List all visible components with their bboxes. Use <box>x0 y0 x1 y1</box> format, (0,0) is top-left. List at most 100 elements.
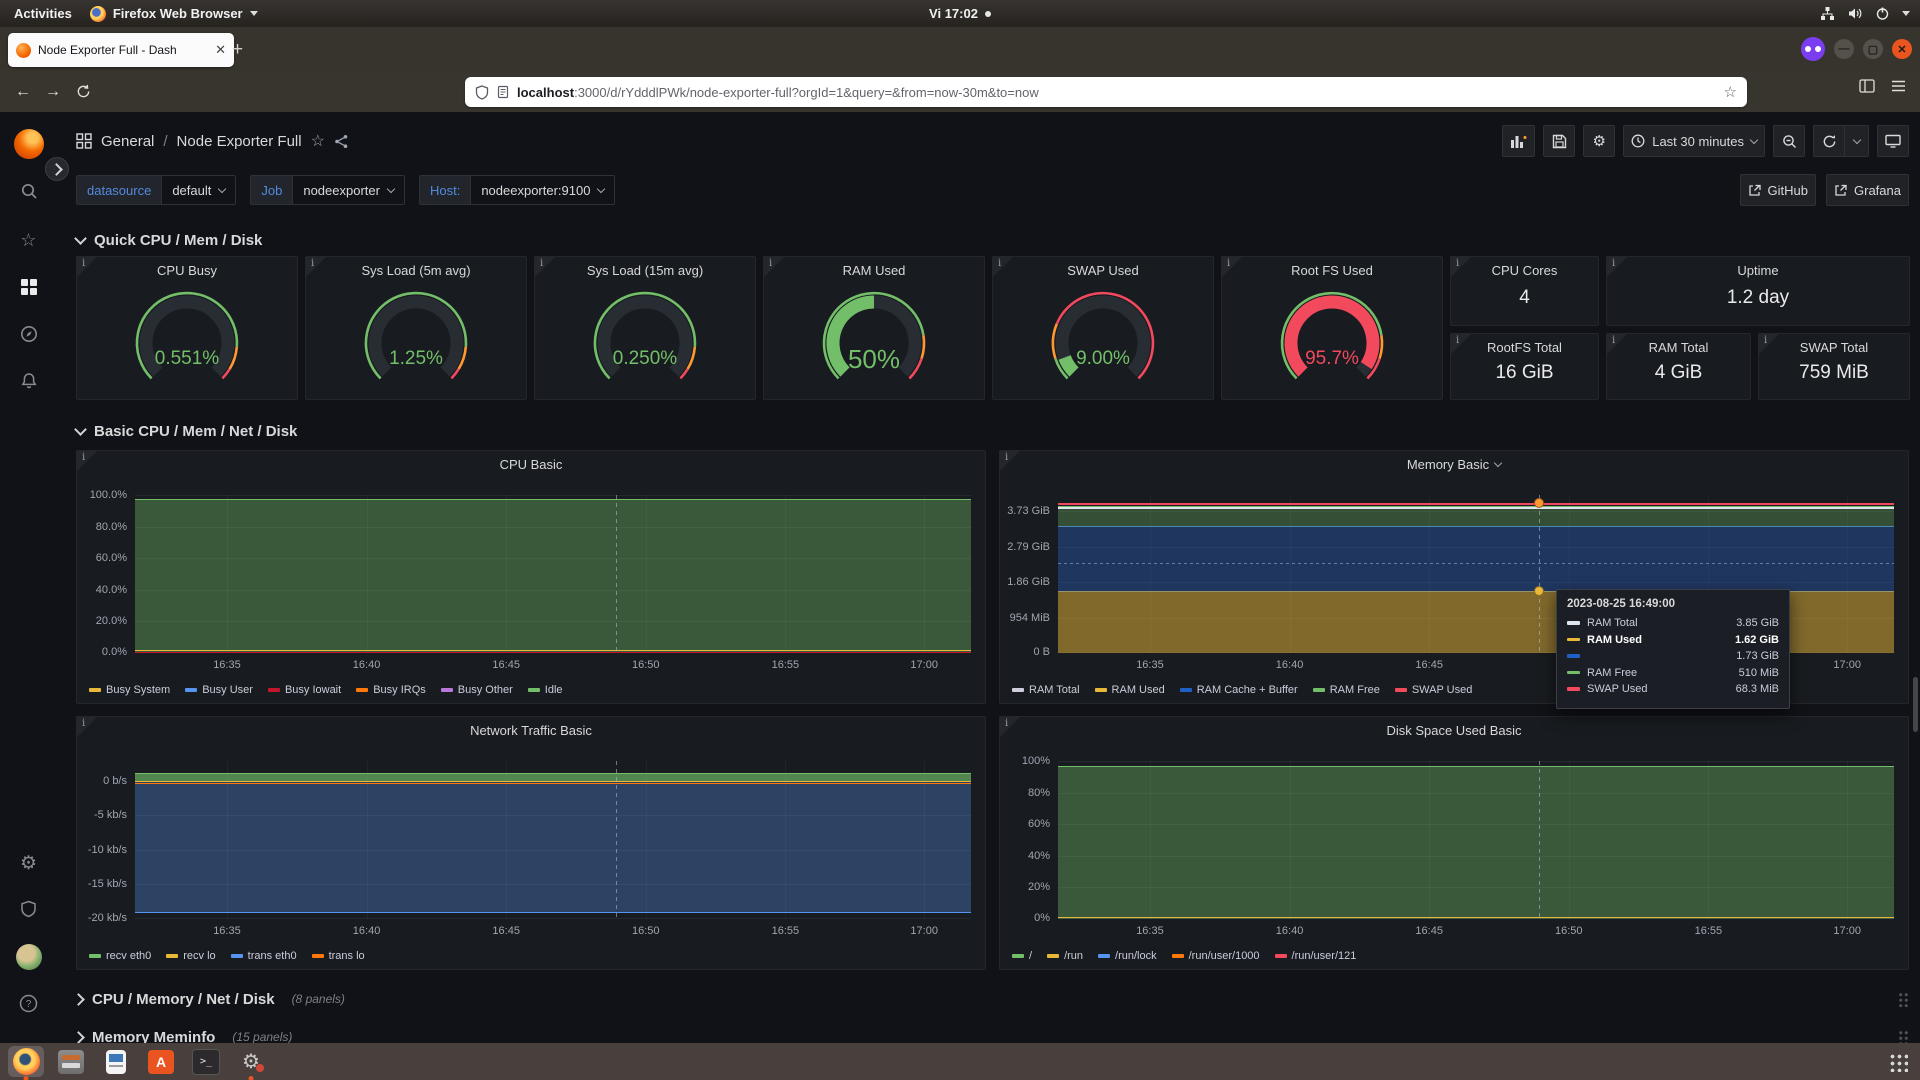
hamburger-menu-icon[interactable] <box>1891 80 1906 92</box>
taskbar-ubuntu-software[interactable]: A <box>143 1046 179 1077</box>
panel-title[interactable]: Sys Load (15m avg) <box>559 263 731 278</box>
legend-item[interactable]: /run/user/121 <box>1275 950 1357 962</box>
taskbar-terminal[interactable]: >_ <box>188 1046 224 1077</box>
panel-root-fs-used[interactable]: i Root FS Used 95.7% <box>1221 256 1443 400</box>
share-icon[interactable] <box>334 134 349 149</box>
taskbar-file-manager[interactable] <box>53 1046 89 1077</box>
legend-item[interactable]: / <box>1012 950 1032 962</box>
sidebar-item-server-admin[interactable] <box>0 900 57 918</box>
cpu-chart-plot[interactable]: 100.0% 80.0% 60.0% 40.0% 20.0% 0.0% 16:3… <box>135 495 971 653</box>
activities-button[interactable]: Activities <box>14 6 72 21</box>
sidebar-item-profile[interactable] <box>0 944 57 970</box>
grafana-logo[interactable] <box>0 129 57 159</box>
browser-tab[interactable]: Node Exporter Full - Dash ✕ <box>8 33 234 67</box>
dashboard-settings-button[interactable]: ⚙ <box>1583 125 1615 157</box>
sidebar-expand-button[interactable] <box>45 157 69 181</box>
taskbar-settings-tools[interactable]: ⚙ <box>233 1046 269 1077</box>
panel-info-corner[interactable] <box>993 257 1013 277</box>
panel-sys-load-5m[interactable]: i Sys Load (5m avg) 1.25% <box>305 256 527 400</box>
panel-title[interactable]: Network Traffic Basic <box>101 723 961 738</box>
panel-info-corner[interactable] <box>764 257 784 277</box>
panel-title[interactable]: Sys Load (5m avg) <box>330 263 502 278</box>
new-tab-button[interactable]: + <box>232 40 243 59</box>
taskbar-firefox[interactable] <box>8 1046 44 1077</box>
panel-network-traffic-basic[interactable]: i Network Traffic Basic 0 b/s -5 kb/s -1… <box>76 716 986 970</box>
panel-rootfs-total[interactable]: i RootFS Total 16 GiB <box>1450 333 1599 400</box>
panel-title[interactable]: SWAP Total <box>1783 340 1885 355</box>
panel-info-corner[interactable] <box>535 257 555 277</box>
sidebar-item-alerting[interactable] <box>0 372 57 390</box>
legend-item[interactable]: Idle <box>528 684 563 696</box>
breadcrumb-folder[interactable]: General <box>101 133 154 150</box>
variable-host[interactable]: Host: nodeexporter:9100 <box>419 175 616 205</box>
legend-item[interactable]: RAM Total <box>1012 684 1080 696</box>
save-dashboard-button[interactable] <box>1543 125 1575 157</box>
panel-swap-used[interactable]: i SWAP Used 9.00% <box>992 256 1214 400</box>
legend-item[interactable]: Busy Iowait <box>268 684 341 696</box>
panel-sys-load-15m[interactable]: i Sys Load (15m avg) 0.250% <box>534 256 756 400</box>
refresh-interval-dropdown[interactable] <box>1845 125 1869 157</box>
panel-info-corner[interactable] <box>1000 451 1020 471</box>
app-menu[interactable]: Firefox Web Browser <box>90 6 258 22</box>
variable-job[interactable]: Job nodeexporter <box>250 175 405 205</box>
panel-uptime[interactable]: i Uptime 1.2 day <box>1606 256 1910 326</box>
panel-title[interactable]: RAM Used <box>788 263 960 278</box>
grafana-link-button[interactable]: Grafana <box>1826 174 1909 206</box>
panel-title[interactable]: CPU Basic <box>101 457 961 472</box>
favorite-star-icon[interactable]: ☆ <box>311 131 325 151</box>
legend-item[interactable]: trans eth0 <box>231 950 297 962</box>
sidebar-item-starred[interactable]: ☆ <box>0 230 57 251</box>
zoom-out-time-button[interactable] <box>1773 125 1805 157</box>
legend-item[interactable]: Busy Other <box>441 684 513 696</box>
taskbar-document-viewer[interactable] <box>98 1046 134 1077</box>
panel-title[interactable]: SWAP Used <box>1017 263 1189 278</box>
url-bar[interactable]: localhost:3000/d/rYdddlPWk/node-exporter… <box>465 77 1747 107</box>
legend-item[interactable]: trans lo <box>312 950 365 962</box>
panel-info-corner[interactable] <box>77 717 97 737</box>
panel-swap-total[interactable]: i SWAP Total 759 MiB <box>1758 333 1910 400</box>
panel-title[interactable]: Disk Space Used Basic <box>1024 723 1884 738</box>
panel-info-corner[interactable] <box>1451 257 1471 277</box>
panel-title[interactable]: Root FS Used <box>1246 263 1418 278</box>
time-range-picker[interactable]: Last 30 minutes <box>1623 125 1765 157</box>
forward-button[interactable]: → <box>38 83 68 101</box>
panel-cpu-cores[interactable]: i CPU Cores 4 <box>1450 256 1599 326</box>
panel-info-corner[interactable] <box>1759 334 1779 354</box>
window-minimize-button[interactable]: — <box>1834 39 1854 59</box>
panel-info-corner[interactable] <box>77 257 97 277</box>
legend-item[interactable]: Busy System <box>89 684 170 696</box>
tracking-shield-icon[interactable] <box>475 85 489 100</box>
legend-item[interactable]: SWAP Used <box>1395 684 1473 696</box>
panel-info-corner[interactable] <box>1000 717 1020 737</box>
bookmark-star-icon[interactable]: ☆ <box>1724 83 1737 101</box>
show-applications-icon[interactable] <box>1888 1052 1908 1072</box>
sidebar-toggle-icon[interactable] <box>1859 79 1875 93</box>
panel-info-corner[interactable] <box>306 257 326 277</box>
row-header-basic[interactable]: Basic CPU / Mem / Net / Disk <box>76 417 1909 445</box>
github-link-button[interactable]: GitHub <box>1740 174 1816 206</box>
panel-title[interactable]: Uptime <box>1631 263 1885 278</box>
legend-item[interactable]: RAM Used <box>1095 684 1165 696</box>
panel-title[interactable]: RAM Total <box>1631 340 1726 355</box>
panel-info-corner[interactable] <box>1222 257 1242 277</box>
legend-item[interactable]: Busy IRQs <box>356 684 426 696</box>
network-chart-plot[interactable]: 0 b/s -5 kb/s -10 kb/s -15 kb/s -20 kb/s… <box>135 761 971 919</box>
legend-item[interactable]: /run/user/1000 <box>1172 950 1260 962</box>
legend-item[interactable]: recv lo <box>166 950 215 962</box>
variable-datasource[interactable]: datasource default <box>76 175 236 205</box>
legend-item[interactable]: /run/lock <box>1098 950 1157 962</box>
panel-title[interactable]: Memory Basic <box>1024 457 1884 472</box>
scrollbar[interactable] <box>1913 677 1918 732</box>
sidebar-item-help[interactable]: ? <box>0 994 57 1013</box>
tab-close-icon[interactable]: ✕ <box>215 42 226 58</box>
panel-cpu-busy[interactable]: i CPU Busy 0.551% <box>76 256 298 400</box>
panel-disk-space-used-basic[interactable]: i Disk Space Used Basic 100% 80% 60% 40%… <box>999 716 1909 970</box>
legend-item[interactable]: RAM Free <box>1313 684 1380 696</box>
disk-chart-plot[interactable]: 100% 80% 60% 40% 20% 0% 16:35 16:40 16:4… <box>1058 761 1894 919</box>
reload-button[interactable] <box>68 84 98 99</box>
sidebar-item-dashboards[interactable] <box>0 278 57 296</box>
panel-ram-total[interactable]: i RAM Total 4 GiB <box>1606 333 1751 400</box>
sidebar-item-explore[interactable] <box>0 325 57 343</box>
panel-info-corner[interactable] <box>77 451 97 471</box>
panel-info-corner[interactable] <box>1451 334 1471 354</box>
